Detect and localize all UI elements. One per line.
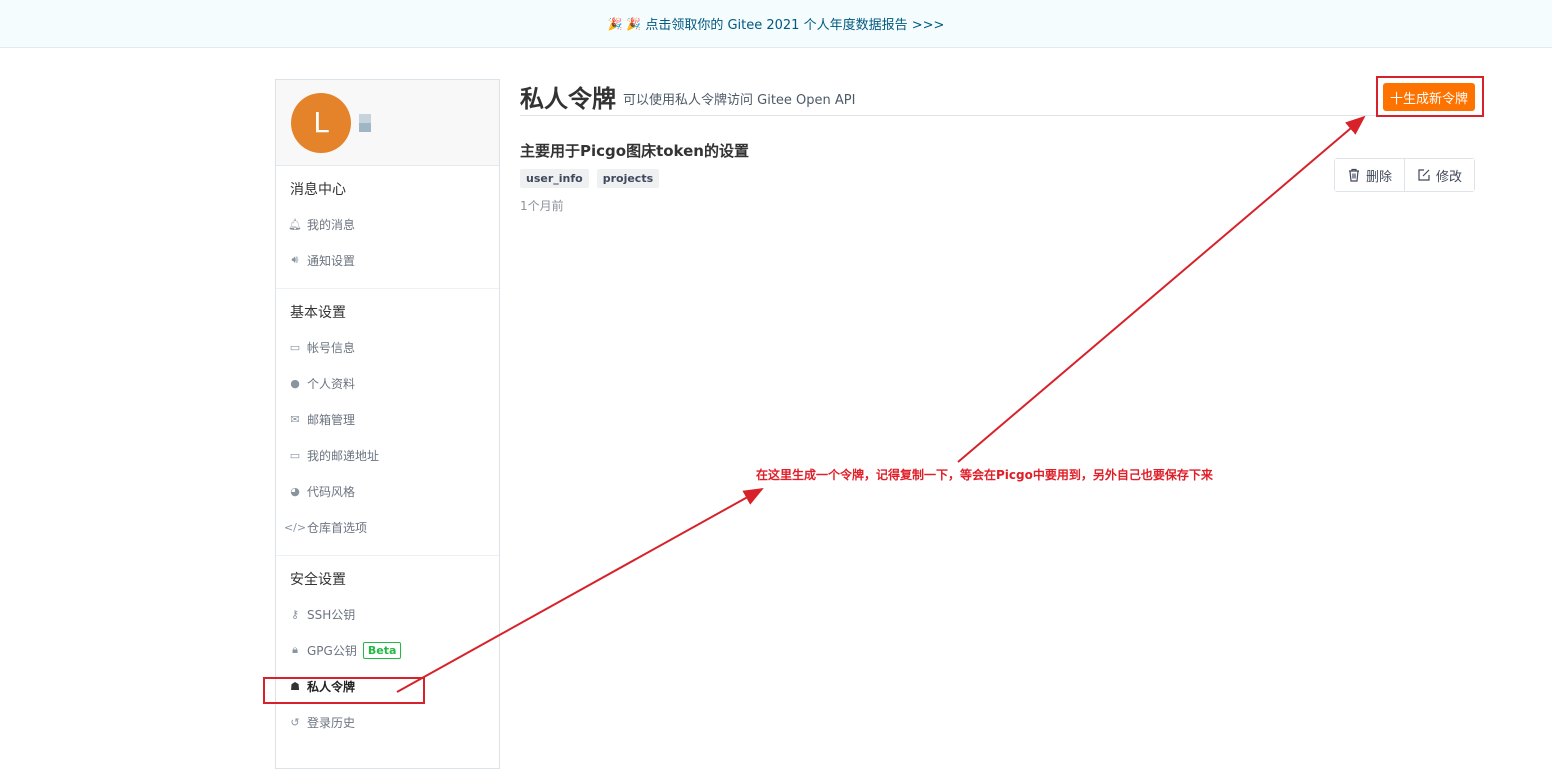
sidebar-item-label: 个人资料 [307,376,356,391]
sidebar-item-label: 代码风格 [307,484,356,499]
sidebar-item-repo-preferences[interactable]: </> 仓库首选项 [276,509,499,545]
sidebar-item-label: GPG公钥 [307,643,357,658]
envelope-icon: ✉ [290,412,300,426]
annual-report-link[interactable]: 点击领取你的 Gitee 2021 个人年度数据报告 >>> [645,14,944,33]
token-actions: 删除 修改 [1333,158,1475,192]
beta-badge: Beta [362,641,402,659]
token-scopes: user_info projects [520,169,1475,188]
sidebar-item-code-style[interactable]: ◕ 代码风格 [276,473,499,509]
id-card-icon: ▭ [289,340,301,354]
palette-icon: ◕ [290,484,300,498]
scope-tag: user_info [520,169,589,188]
group-title: 基本设置 [290,305,346,321]
sidebar-item-login-history[interactable]: ↺ 登录历史 [276,704,499,740]
user-profile-box: L [276,80,499,166]
group-title: 安全设置 [290,572,346,588]
main-content: 私人令牌 可以使用私人令牌访问 Gitee Open API 十生成新令牌 主要… [520,79,1475,214]
trash-icon [1348,168,1359,182]
settings-sidebar: L 消息中心 🔔︎ 我的消息 🔊︎ 通知设置 基本设置 ▭ 帐号信息 ● 个人资… [275,79,500,769]
sidebar-item-mailing-address[interactable]: ▭ 我的邮递地址 [276,437,499,473]
scope-tag: projects [596,169,660,188]
generate-button-highlight [1376,76,1484,117]
edit-icon [1418,169,1430,181]
sidebar-item-label: 帐号信息 [307,340,356,355]
sidebar-item-label: 邮箱管理 [307,412,356,427]
page-description: 可以使用私人令牌访问 Gitee Open API [623,93,856,108]
page-header: 私人令牌 可以使用私人令牌访问 Gitee Open API 十生成新令牌 [520,79,1475,116]
user-icon: ● [290,376,300,390]
sidebar-item-email[interactable]: ✉ 邮箱管理 [276,401,499,437]
edit-button[interactable]: 修改 [1403,159,1474,191]
group-basic-settings: 基本设置 ▭ 帐号信息 ● 个人资料 ✉ 邮箱管理 ▭ 我的邮递地址 ◕ 代码风… [276,289,499,556]
group-security-settings: 安全设置 ⚷ SSH公钥 🔒︎ GPG公钥 Beta ☗ 私人令牌 ↺ 登录历史 [276,556,499,750]
avatar[interactable]: L [291,92,351,153]
lock-icon: 🔒︎ [292,643,298,656]
edit-label: 修改 [1435,169,1462,185]
announcement-banner: 🎉 🎉 点击领取你的 Gitee 2021 个人年度数据报告 >>> [0,0,1552,48]
delete-label: 删除 [1365,169,1392,185]
party-popper-icon: 🎉 🎉 [607,16,642,31]
sidebar-item-notification-settings[interactable]: 🔊︎ 通知设置 [276,242,499,278]
sidebar-item-account-info[interactable]: ▭ 帐号信息 [276,329,499,365]
token-name: 主要用于Picgo图床token的设置 [520,142,749,160]
sidebar-item-label: SSH公钥 [307,607,356,622]
sidebar-item-gpg-keys[interactable]: 🔒︎ GPG公钥 Beta [276,632,499,668]
code-icon: </> [283,520,307,534]
sidebar-item-label: 我的消息 [307,217,356,232]
sidebar-item-ssh-keys[interactable]: ⚷ SSH公钥 [276,596,499,632]
delete-button[interactable]: 删除 [1334,159,1404,191]
page-title: 私人令牌 [520,85,616,113]
group-title: 消息中心 [290,182,346,198]
key-icon: ⚷ [290,607,300,621]
bell-icon: 🔔︎ [288,217,302,231]
sidebar-item-label: 仓库首选项 [307,520,368,535]
sidebar-item-label: 登录历史 [307,715,356,730]
address-card-icon: ▭ [289,448,301,462]
volume-icon: 🔊︎ [291,253,299,266]
group-messages: 消息中心 🔔︎ 我的消息 🔊︎ 通知设置 [276,166,499,289]
history-icon: ↺ [290,715,300,729]
sidebar-item-my-messages[interactable]: 🔔︎ 我的消息 [276,206,499,242]
private-token-highlight [263,677,425,704]
annotation-text: 在这里生成一个令牌，记得复制一下，等会在Picgo中要用到，另外自己也要保存下来 [756,468,1213,482]
sidebar-item-profile[interactable]: ● 个人资料 [276,365,499,401]
sidebar-item-label: 我的邮递地址 [307,448,380,463]
username-placeholder[interactable] [359,113,371,132]
sidebar-item-label: 通知设置 [307,253,356,268]
token-created-time: 1个月前 [520,199,564,213]
